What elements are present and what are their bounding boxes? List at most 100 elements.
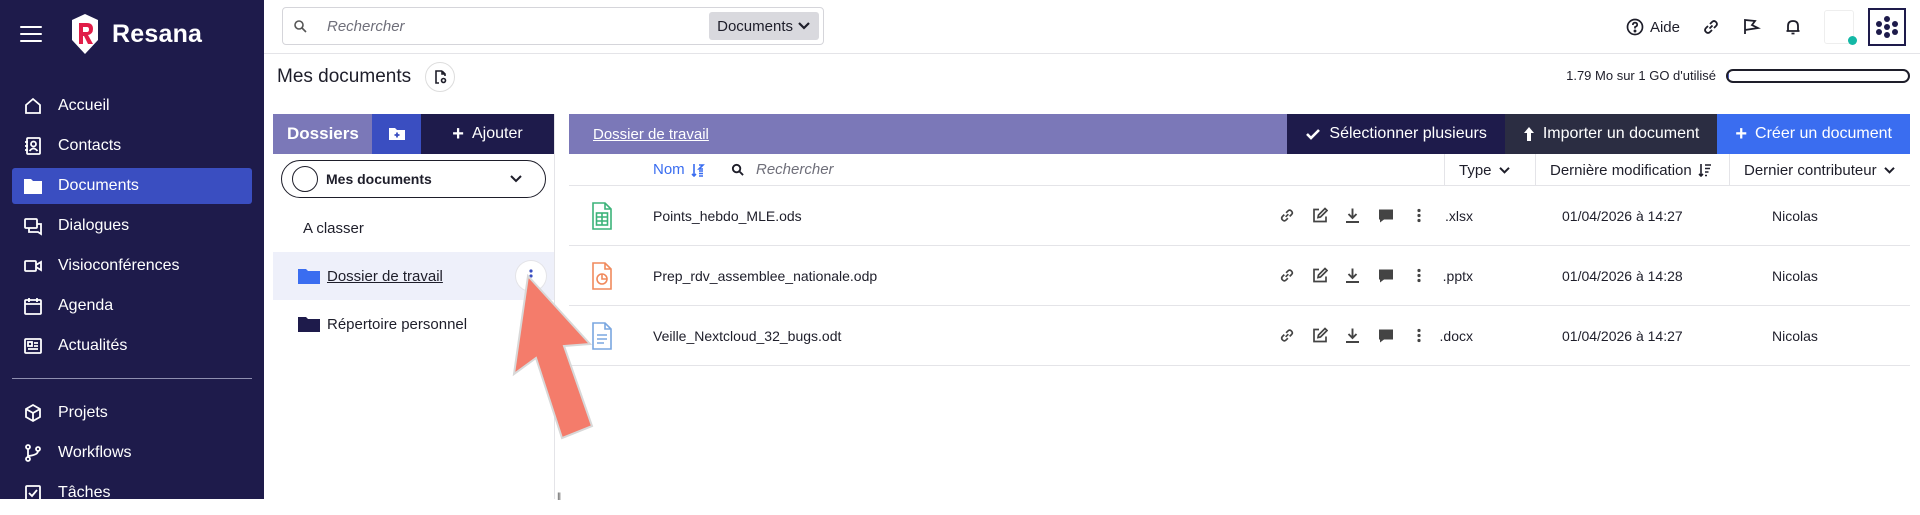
- document-gear-icon: [432, 69, 448, 85]
- file-modified: 01/04/2026 à 14:27: [1562, 208, 1683, 224]
- sidebar-item-taches[interactable]: Tâches: [12, 475, 252, 511]
- copy-link-icon[interactable]: [1277, 266, 1296, 285]
- hamburger-menu-icon[interactable]: [20, 26, 42, 42]
- text-document-file-icon: [591, 322, 613, 350]
- sidebar-item-label: Workflows: [58, 444, 132, 462]
- resana-logo[interactable]: [68, 14, 102, 54]
- file-list: Points_hebdo_MLE.ods .xlsx 01/04/2026 à …: [569, 186, 1910, 366]
- avatar[interactable]: [1824, 10, 1854, 44]
- brand: Resana: [20, 14, 202, 54]
- folder-label: A classer: [303, 220, 364, 237]
- column-type-label: Type: [1459, 162, 1492, 179]
- column-modified[interactable]: Dernière modification: [1535, 154, 1729, 186]
- column-name-label: Nom: [653, 161, 685, 178]
- chevron-down-icon: [1498, 166, 1511, 175]
- home-icon: [22, 95, 44, 117]
- file-name[interactable]: Prep_rdv_assemblee_nationale.odp: [653, 268, 877, 284]
- sidebar-item-agenda[interactable]: Agenda: [12, 288, 252, 324]
- document-settings-button[interactable]: [425, 62, 455, 92]
- global-search[interactable]: Rechercher Documents: [282, 7, 824, 45]
- copy-link-icon[interactable]: [1277, 206, 1296, 225]
- sidebar-item-projets[interactable]: Projets: [12, 395, 252, 431]
- file-type: .pptx: [1349, 268, 1473, 284]
- chevron-down-icon: [797, 21, 811, 31]
- column-type[interactable]: Type: [1444, 154, 1535, 186]
- search-icon: [293, 19, 307, 33]
- folder-item-repertoire-personnel[interactable]: Répertoire personnel: [273, 300, 554, 348]
- import-document-button[interactable]: Importer un document: [1505, 114, 1718, 154]
- sidebar-item-accueil[interactable]: Accueil: [12, 88, 252, 124]
- file-filter-input[interactable]: Rechercher: [756, 161, 834, 178]
- sidebar-item-visioconferences[interactable]: Visioconférences: [12, 248, 252, 284]
- sidebar-item-actualites[interactable]: Actualités: [12, 328, 252, 364]
- new-folder-button[interactable]: [372, 114, 421, 154]
- contacts-icon: [22, 135, 44, 157]
- checkbox-icon: [22, 482, 44, 504]
- search-scope-dropdown[interactable]: Documents: [709, 12, 819, 40]
- sidebar-item-label: Accueil: [58, 97, 110, 115]
- notifications-button[interactable]: [1784, 18, 1802, 36]
- table-row[interactable]: Veille_Nextcloud_32_bugs.odt .docx 01/04…: [569, 306, 1910, 366]
- sidebar-item-label: Documents: [58, 177, 139, 195]
- documents-panel: Dossier de travail Sélectionner plusieur…: [569, 114, 1910, 499]
- table-row[interactable]: Points_hebdo_MLE.ods .xlsx 01/04/2026 à …: [569, 186, 1910, 246]
- online-status-dot: [1848, 36, 1857, 45]
- breadcrumb[interactable]: Dossier de travail: [569, 114, 1287, 154]
- search-scope-label: Documents: [717, 18, 793, 35]
- panel-resize-handle[interactable]: ‖: [557, 492, 561, 503]
- column-contributor[interactable]: Dernier contributeur: [1729, 154, 1910, 186]
- new-folder-icon: [388, 127, 406, 141]
- file-contributor: Nicolas: [1772, 268, 1818, 284]
- flag-button[interactable]: [1742, 18, 1762, 36]
- copy-link-icon[interactable]: [1277, 326, 1296, 345]
- root-folder-select[interactable]: Mes documents: [281, 160, 546, 198]
- page-title: Mes documents: [277, 66, 411, 88]
- file-name[interactable]: Veille_Nextcloud_32_bugs.odt: [653, 328, 841, 344]
- search-input[interactable]: Rechercher: [327, 18, 709, 35]
- select-multiple-button[interactable]: Sélectionner plusieurs: [1287, 114, 1504, 154]
- sidebar-item-label: Actualités: [58, 337, 127, 355]
- folder-item-dossier-de-travail[interactable]: Dossier de travail: [273, 252, 554, 300]
- column-name-sort[interactable]: Nom: [653, 161, 705, 178]
- folder-options-button[interactable]: [516, 261, 546, 291]
- folder-item-a-classer[interactable]: A classer: [273, 204, 554, 252]
- create-document-button[interactable]: + Créer un document: [1717, 114, 1910, 154]
- help-button[interactable]: Aide: [1626, 18, 1680, 36]
- sidebar-item-label: Dialogues: [58, 217, 129, 235]
- edit-icon[interactable]: [1310, 206, 1329, 225]
- file-contributor: Nicolas: [1772, 208, 1818, 224]
- topbar: Rechercher Documents Aide: [264, 0, 1920, 54]
- sidebar-item-contacts[interactable]: Contacts: [12, 128, 252, 164]
- flag-icon: [1742, 18, 1762, 36]
- sidebar-item-label: Contacts: [58, 137, 121, 155]
- search-icon: [731, 163, 744, 176]
- edit-icon[interactable]: [1310, 326, 1329, 345]
- calendar-icon: [22, 295, 44, 317]
- cube-icon: [22, 402, 44, 424]
- file-name[interactable]: Points_hebdo_MLE.ods: [653, 208, 802, 224]
- brand-name[interactable]: Resana: [112, 20, 202, 49]
- sidebar-divider: [12, 378, 252, 379]
- page-header: Mes documents: [277, 62, 455, 92]
- root-folder-label: Mes documents: [326, 171, 432, 187]
- sidebar-item-label: Tâches: [58, 484, 110, 502]
- create-document-label: Créer un document: [1755, 125, 1892, 143]
- table-row[interactable]: Prep_rdv_assemblee_nationale.odp .pptx 0…: [569, 246, 1910, 306]
- folder-icon: [22, 175, 44, 197]
- folders-header: Dossiers + Ajouter: [273, 114, 554, 154]
- root-folder-avatar: [292, 166, 318, 192]
- spreadsheet-file-icon: [591, 202, 613, 230]
- edit-icon[interactable]: [1310, 266, 1329, 285]
- sidebar-item-dialogues[interactable]: Dialogues: [12, 208, 252, 244]
- file-type: .xlsx: [1349, 208, 1473, 224]
- presentation-file-icon: [591, 262, 613, 290]
- organization-logo[interactable]: [1868, 8, 1906, 46]
- file-filter[interactable]: Rechercher: [731, 161, 834, 178]
- folders-title: Dossiers: [273, 114, 372, 154]
- folder-icon: [297, 267, 321, 285]
- sidebar-item-workflows[interactable]: Workflows: [12, 435, 252, 471]
- sidebar-item-documents[interactable]: Documents: [12, 168, 252, 204]
- plus-icon: +: [452, 123, 464, 146]
- add-button[interactable]: + Ajouter: [421, 114, 554, 154]
- link-button[interactable]: [1702, 18, 1720, 36]
